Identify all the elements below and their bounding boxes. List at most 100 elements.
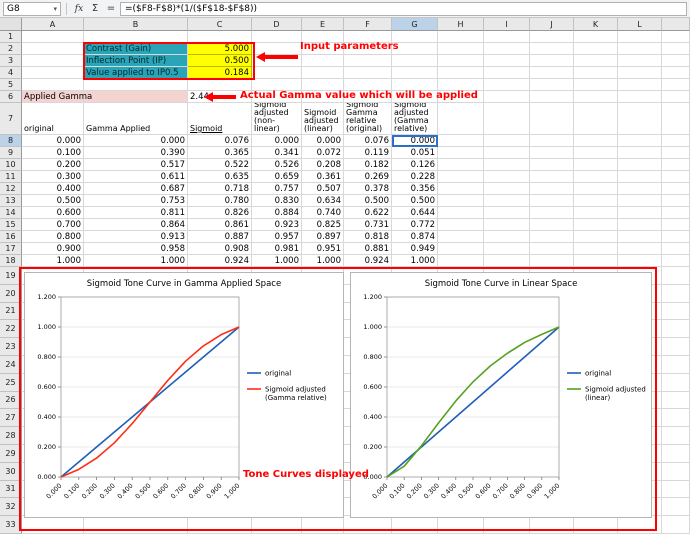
cell-C18[interactable]: 0.924	[188, 255, 252, 267]
cell-I16[interactable]	[484, 231, 530, 243]
cell-E8[interactable]: 0.000	[302, 135, 344, 147]
cell-I1[interactable]	[484, 31, 530, 43]
cell-B4[interactable]: Value applied to IP0.5	[84, 67, 188, 79]
select-all-corner[interactable]	[0, 18, 22, 31]
cell-K8[interactable]	[574, 135, 618, 147]
cell-A7[interactable]: original	[22, 103, 84, 135]
cell-A13[interactable]: 0.500	[22, 195, 84, 207]
cell-J6[interactable]	[530, 91, 574, 103]
cell-J18[interactable]	[530, 255, 574, 267]
cell-I13[interactable]	[484, 195, 530, 207]
cell-F10[interactable]: 0.182	[344, 159, 392, 171]
cell-F15[interactable]: 0.731	[344, 219, 392, 231]
cell-D17[interactable]: 0.981	[252, 243, 302, 255]
row-header-18[interactable]: 18	[0, 255, 22, 267]
row-header-9[interactable]: 9	[0, 147, 22, 159]
cell-I15[interactable]	[484, 219, 530, 231]
cell-B9[interactable]: 0.390	[84, 147, 188, 159]
cell-H3[interactable]	[438, 55, 484, 67]
cell-H1[interactable]	[438, 31, 484, 43]
cell-I3[interactable]	[484, 55, 530, 67]
cell-B5[interactable]	[84, 79, 188, 91]
cell-I14[interactable]	[484, 207, 530, 219]
cell-J4[interactable]	[530, 67, 574, 79]
row-header-30[interactable]: 30	[0, 463, 22, 481]
equals-icon[interactable]: =	[104, 3, 118, 14]
cell-K11[interactable]	[574, 171, 618, 183]
cell-A3[interactable]	[22, 55, 84, 67]
cell-K14[interactable]	[574, 207, 618, 219]
row-header-19[interactable]: 19	[0, 267, 22, 285]
cell-C8[interactable]: 0.076	[188, 135, 252, 147]
cell-I11[interactable]	[484, 171, 530, 183]
cell-F3[interactable]	[344, 55, 392, 67]
cell-L13[interactable]	[618, 195, 662, 207]
cell-E18[interactable]: 1.000	[302, 255, 344, 267]
cell-H7[interactable]	[438, 103, 484, 135]
cell-G11[interactable]: 0.228	[392, 171, 438, 183]
cell-B11[interactable]: 0.611	[84, 171, 188, 183]
cell-C9[interactable]: 0.365	[188, 147, 252, 159]
cell-L3[interactable]	[618, 55, 662, 67]
column-header-F[interactable]: F	[344, 18, 392, 31]
cell-A2[interactable]	[22, 43, 84, 55]
cell-H8[interactable]	[438, 135, 484, 147]
cell-K2[interactable]	[574, 43, 618, 55]
cell-L9[interactable]	[618, 147, 662, 159]
sum-icon[interactable]: Σ	[88, 3, 102, 14]
column-header-A[interactable]: A	[22, 18, 84, 31]
cell-A9[interactable]: 0.100	[22, 147, 84, 159]
cell-C12[interactable]: 0.718	[188, 183, 252, 195]
chart-gamma-applied-space[interactable]: Sigmoid Tone Curve in Gamma Applied Spac…	[24, 272, 344, 518]
column-header-B[interactable]: B	[84, 18, 188, 31]
cell-E9[interactable]: 0.072	[302, 147, 344, 159]
cell-E13[interactable]: 0.634	[302, 195, 344, 207]
cell-E4[interactable]	[302, 67, 344, 79]
cell-G14[interactable]: 0.644	[392, 207, 438, 219]
cell-K7[interactable]	[574, 103, 618, 135]
row-header-25[interactable]: 25	[0, 374, 22, 392]
cell-H4[interactable]	[438, 67, 484, 79]
cell-A11[interactable]: 0.300	[22, 171, 84, 183]
cell-B3[interactable]: Inflection Point (IP)	[84, 55, 188, 67]
cell-K18[interactable]	[574, 255, 618, 267]
cell-J13[interactable]	[530, 195, 574, 207]
cell-A6[interactable]: Applied Gamma	[22, 91, 84, 103]
cell-J1[interactable]	[530, 31, 574, 43]
row-header-12[interactable]: 12	[0, 183, 22, 195]
row-header-20[interactable]: 20	[0, 285, 22, 303]
cell-D7[interactable]: Sigmoid adjusted (non-linear)	[252, 103, 302, 135]
cell-G15[interactable]: 0.772	[392, 219, 438, 231]
cell-A10[interactable]: 0.200	[22, 159, 84, 171]
row-header-21[interactable]: 21	[0, 303, 22, 321]
cell-E14[interactable]: 0.740	[302, 207, 344, 219]
cell-L11[interactable]	[618, 171, 662, 183]
cell-B17[interactable]: 0.958	[84, 243, 188, 255]
row-header-4[interactable]: 4	[0, 67, 22, 79]
cell-J5[interactable]	[530, 79, 574, 91]
column-header-J[interactable]: J	[530, 18, 574, 31]
cell-B1[interactable]	[84, 31, 188, 43]
cell-G13[interactable]: 0.500	[392, 195, 438, 207]
cell-H16[interactable]	[438, 231, 484, 243]
cell-F4[interactable]	[344, 67, 392, 79]
cell-I7[interactable]	[484, 103, 530, 135]
cell-D18[interactable]: 1.000	[252, 255, 302, 267]
cell-L5[interactable]	[618, 79, 662, 91]
row-header-26[interactable]: 26	[0, 392, 22, 410]
function-wizard-icon[interactable]: fx	[72, 4, 86, 14]
cell-L8[interactable]	[618, 135, 662, 147]
formula-input[interactable]: =($F8-F$8)*(1/($F$18-$F$8))	[120, 2, 687, 16]
cell-E7[interactable]: Sigmoid adjusted (linear)	[302, 103, 344, 135]
cell-K16[interactable]	[574, 231, 618, 243]
cell-D11[interactable]: 0.659	[252, 171, 302, 183]
column-header-L[interactable]: L	[618, 18, 662, 31]
cell-C13[interactable]: 0.780	[188, 195, 252, 207]
cell-F14[interactable]: 0.622	[344, 207, 392, 219]
cell-F11[interactable]: 0.269	[344, 171, 392, 183]
cell-I9[interactable]	[484, 147, 530, 159]
cell-J10[interactable]	[530, 159, 574, 171]
cell-C4[interactable]: 0.184	[188, 67, 252, 79]
cell-H9[interactable]	[438, 147, 484, 159]
cell-E17[interactable]: 0.951	[302, 243, 344, 255]
